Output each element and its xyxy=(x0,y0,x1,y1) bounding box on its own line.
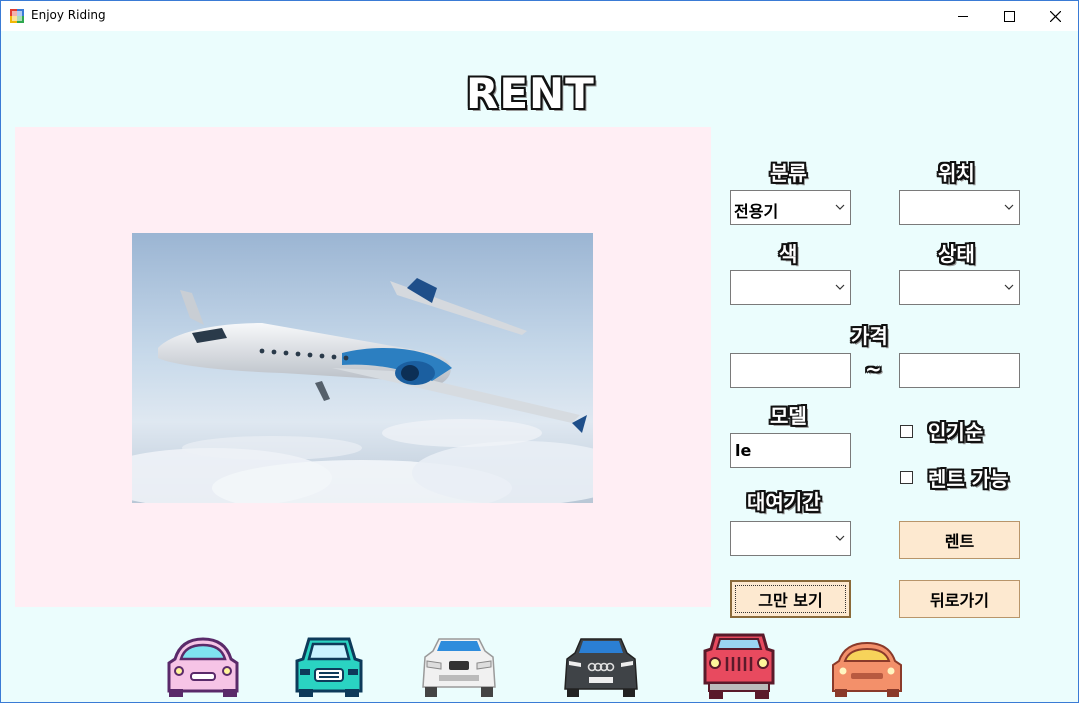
price-label: 가격 xyxy=(851,324,888,348)
main-content: RENT 분류 전용기 위치 색 상태 가격 ~ 모델 le 인기순 렌트 가능… xyxy=(1,31,1078,702)
color-label: 색 xyxy=(779,242,798,266)
car-white-suv-icon[interactable] xyxy=(419,631,499,701)
popular-checkbox[interactable] xyxy=(900,425,913,438)
close-button[interactable] xyxy=(1032,1,1078,31)
model-input[interactable]: le xyxy=(730,433,851,468)
rent-button[interactable]: 렌트 xyxy=(899,521,1020,559)
car-red-jeep-icon[interactable] xyxy=(699,631,779,701)
chevron-down-icon xyxy=(835,535,845,541)
stop-viewing-button[interactable]: 그만 보기 xyxy=(730,580,851,618)
car-dark-sedan-icon[interactable] xyxy=(561,631,641,701)
car-pink-icon[interactable] xyxy=(163,631,243,701)
price-range-separator: ~ xyxy=(865,357,882,381)
vehicle-image-panel xyxy=(15,127,711,607)
period-select[interactable] xyxy=(730,521,851,556)
model-label: 모델 xyxy=(770,404,807,428)
window-title: Enjoy Riding xyxy=(31,8,106,22)
price-min-input[interactable] xyxy=(730,353,851,388)
app-window: Enjoy Riding RENT 분류 전용기 위치 색 상태 가격 ~ 모델… xyxy=(0,0,1079,703)
location-label: 위치 xyxy=(938,161,975,185)
back-button[interactable]: 뒤로가기 xyxy=(899,580,1020,618)
location-select[interactable] xyxy=(899,190,1020,225)
category-select[interactable]: 전용기 xyxy=(730,190,851,225)
minimize-icon xyxy=(957,15,968,17)
minimize-button[interactable] xyxy=(940,1,986,31)
app-icon xyxy=(10,9,24,23)
category-select-value: 전용기 xyxy=(734,202,779,221)
chevron-down-icon xyxy=(1004,284,1014,290)
maximize-icon xyxy=(1003,10,1015,22)
page-title: RENT xyxy=(466,69,595,118)
period-label: 대여기간 xyxy=(747,490,821,514)
title-bar[interactable]: Enjoy Riding xyxy=(1,1,1078,31)
rentable-checkbox-label[interactable]: 렌트 가능 xyxy=(928,463,1009,492)
chevron-down-icon xyxy=(835,204,845,210)
status-label: 상태 xyxy=(938,242,975,266)
rentable-checkbox[interactable] xyxy=(900,471,913,484)
category-label: 분류 xyxy=(770,161,807,185)
model-input-value: le xyxy=(735,441,752,460)
popular-checkbox-label[interactable]: 인기순 xyxy=(928,416,983,445)
color-select[interactable] xyxy=(730,270,851,305)
close-icon xyxy=(1049,10,1061,22)
car-orange-icon[interactable] xyxy=(827,631,907,701)
maximize-button[interactable] xyxy=(986,1,1032,31)
price-max-input[interactable] xyxy=(899,353,1020,388)
chevron-down-icon xyxy=(1004,204,1014,210)
car-teal-icon[interactable] xyxy=(289,631,369,701)
status-select[interactable] xyxy=(899,270,1020,305)
chevron-down-icon xyxy=(835,284,845,290)
private-jet-photo xyxy=(132,233,593,503)
